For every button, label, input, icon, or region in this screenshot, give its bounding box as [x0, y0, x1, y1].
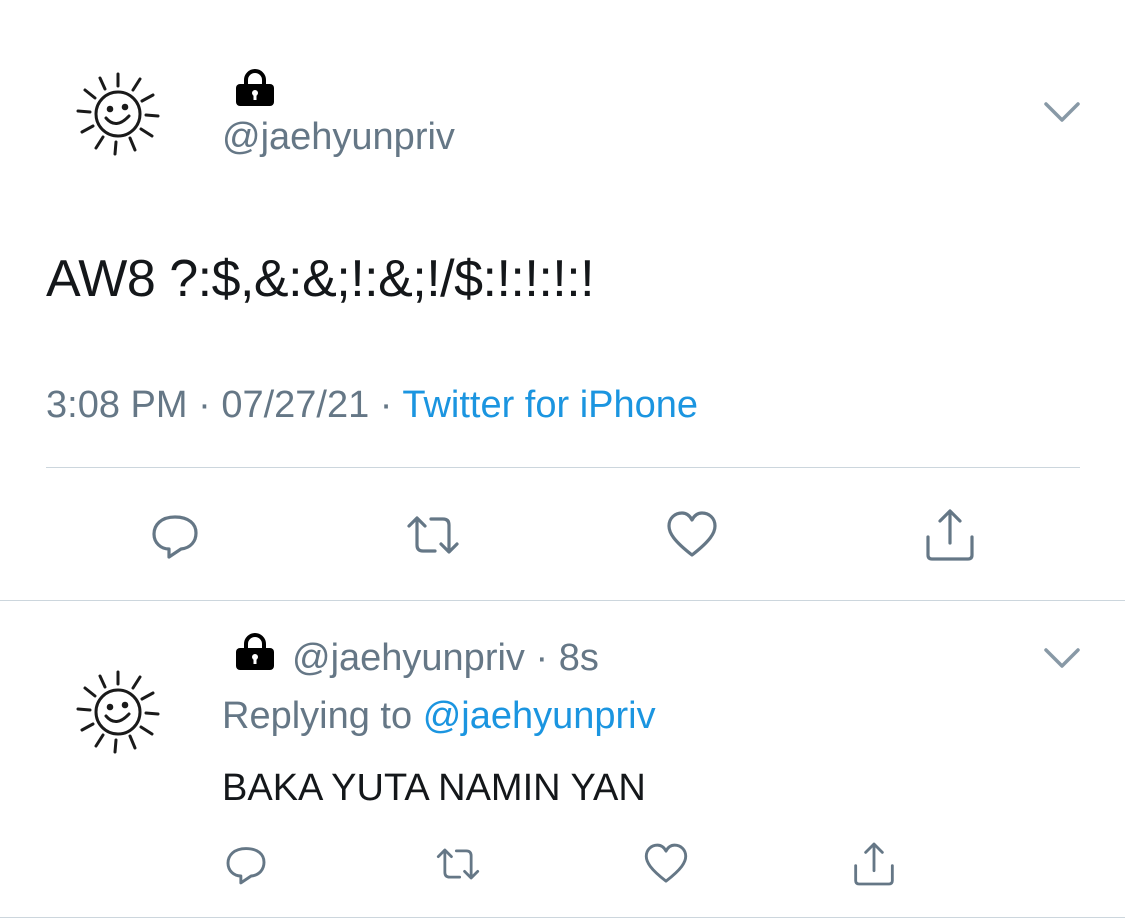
share-button[interactable]: [844, 834, 904, 894]
heart-icon: [644, 843, 688, 883]
tweet-time: 3:08 PM: [46, 384, 188, 426]
like-button[interactable]: [657, 500, 727, 570]
meta-separator: ·: [535, 637, 549, 679]
share-button[interactable]: [915, 500, 985, 570]
tweet-date: 07/27/21: [221, 384, 370, 426]
divider: [46, 467, 1080, 468]
reply-icon: [152, 515, 198, 559]
chevron-down-icon[interactable]: [1040, 642, 1084, 674]
tweet-age: 8s: [558, 637, 599, 679]
username-handle[interactable]: @jaehyunpriv: [222, 114, 455, 160]
lock-icon: [236, 69, 274, 106]
like-button[interactable]: [636, 834, 696, 894]
share-icon: [926, 509, 974, 561]
meta-separator: ·: [379, 384, 393, 426]
reply-header: @jaehyunpriv · 8s: [292, 635, 599, 681]
retweet-icon: [407, 516, 459, 554]
heart-icon: [667, 511, 717, 557]
sun-smiley-avatar-icon[interactable]: [70, 66, 166, 162]
username-handle[interactable]: @jaehyunpriv: [292, 637, 525, 679]
reply-icon: [226, 847, 266, 885]
retweet-button[interactable]: [428, 834, 488, 894]
replying-to: Replying to @jaehyunpriv: [222, 693, 656, 739]
retweet-icon: [436, 848, 480, 880]
replying-to-label: Replying to: [222, 695, 413, 737]
replying-to-handle-link[interactable]: @jaehyunpriv: [423, 695, 656, 737]
divider: [0, 917, 1125, 918]
retweet-button[interactable]: [398, 500, 468, 570]
share-icon: [854, 842, 894, 886]
chevron-down-icon[interactable]: [1040, 96, 1084, 128]
tweet-text: BAKA YUTA NAMIN YAN: [222, 767, 646, 809]
reply-button[interactable]: [140, 500, 210, 570]
sun-smiley-avatar-icon[interactable]: [70, 664, 166, 760]
reply-button[interactable]: [216, 834, 276, 894]
divider: [0, 600, 1125, 601]
tweet-source-link[interactable]: Twitter for iPhone: [402, 384, 698, 426]
meta-separator: ·: [198, 384, 211, 426]
tweet-meta: 3:08 PM · 07/27/21 · Twitter for iPhone: [46, 382, 698, 428]
lock-icon: [236, 633, 274, 670]
tweet-text: AW8 ?:$,&:&;!:&;!/$:!:!:!:!: [46, 250, 595, 308]
